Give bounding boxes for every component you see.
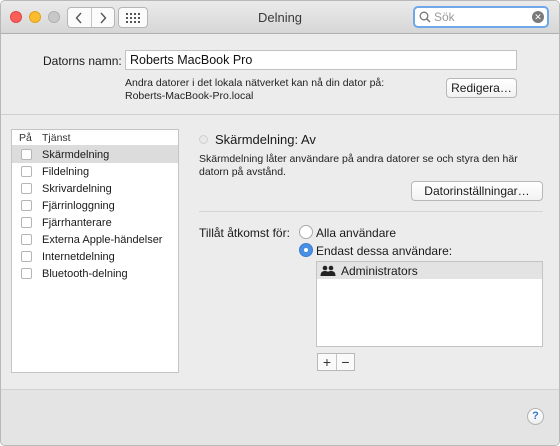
service-row-printer-sharing[interactable]: Skrivardelning bbox=[12, 180, 178, 197]
computer-name-description: Andra datorer i det lokala nätverket kan… bbox=[125, 77, 384, 103]
service-checkbox[interactable] bbox=[21, 251, 32, 262]
clear-search-icon[interactable]: ✕ bbox=[532, 11, 544, 23]
access-label: Tillåt åtkomst för: bbox=[199, 226, 290, 240]
service-checkbox[interactable] bbox=[21, 268, 32, 279]
radio-only-these-users-label[interactable]: Endast dessa användare: bbox=[316, 244, 452, 258]
computer-name-label: Datorns namn: bbox=[43, 54, 122, 68]
service-status: Skärmdelning: Av bbox=[215, 132, 316, 147]
service-list: På Tjänst Skärmdelning Fildelning Skriva… bbox=[11, 129, 179, 373]
user-name: Administrators bbox=[341, 263, 418, 278]
status-indicator bbox=[199, 135, 208, 144]
service-list-header: På Tjänst bbox=[12, 130, 178, 146]
radio-all-users-label[interactable]: Alla användare bbox=[316, 226, 396, 240]
list-item[interactable]: Administrators bbox=[317, 262, 542, 279]
add-user-button[interactable]: + bbox=[318, 354, 336, 370]
divider bbox=[199, 211, 543, 212]
user-list-controls: + − bbox=[317, 353, 355, 371]
group-icon bbox=[320, 265, 336, 276]
service-label: Fildelning bbox=[42, 165, 90, 178]
computer-settings-button[interactable]: Datorinställningar… bbox=[411, 181, 543, 201]
service-row-remote-management[interactable]: Fjärrhanterare bbox=[12, 214, 178, 231]
service-checkbox[interactable] bbox=[21, 149, 32, 160]
header-service: Tjänst bbox=[42, 131, 71, 144]
computer-name-description-line1: Andra datorer i det lokala nätverket kan… bbox=[125, 77, 385, 89]
service-checkbox[interactable] bbox=[21, 217, 32, 228]
service-label: Fjärrinloggning bbox=[42, 199, 115, 212]
computer-name-field[interactable]: Roberts MacBook Pro bbox=[125, 50, 517, 70]
service-label: Bluetooth-delning bbox=[42, 267, 128, 280]
service-row-bluetooth-sharing[interactable]: Bluetooth-delning bbox=[12, 265, 178, 282]
service-row-screen-sharing[interactable]: Skärmdelning bbox=[12, 146, 178, 163]
radio-all-users[interactable] bbox=[299, 225, 313, 239]
sharing-window: Delning ✕ Datorns namn: Roberts MacBook … bbox=[0, 0, 560, 446]
service-label: Internetdelning bbox=[42, 250, 115, 263]
bottom-bar bbox=[1, 389, 559, 445]
service-checkbox[interactable] bbox=[21, 166, 32, 177]
service-row-remote-login[interactable]: Fjärrinloggning bbox=[12, 197, 178, 214]
search-field[interactable]: ✕ bbox=[413, 6, 549, 28]
local-hostname: Roberts-MacBook-Pro.local bbox=[125, 90, 254, 102]
service-label: Skärmdelning bbox=[42, 148, 110, 161]
title-bar: Delning ✕ bbox=[1, 1, 559, 34]
service-checkbox[interactable] bbox=[21, 183, 32, 194]
service-label: Externa Apple-händelser bbox=[42, 233, 163, 246]
service-row-file-sharing[interactable]: Fildelning bbox=[12, 163, 178, 180]
service-description: Skärmdelning låter användare på andra da… bbox=[199, 153, 518, 178]
header-on: På bbox=[19, 131, 32, 144]
remove-user-button[interactable]: − bbox=[336, 354, 354, 370]
edit-button[interactable]: Redigera… bbox=[446, 78, 517, 98]
service-checkbox[interactable] bbox=[21, 200, 32, 211]
service-row-remote-apple-events[interactable]: Externa Apple-händelser bbox=[12, 231, 178, 248]
search-icon bbox=[419, 11, 431, 23]
service-label: Skrivardelning bbox=[42, 182, 112, 195]
service-label: Fjärrhanterare bbox=[42, 216, 112, 229]
service-row-internet-sharing[interactable]: Internetdelning bbox=[12, 248, 178, 265]
service-checkbox[interactable] bbox=[21, 234, 32, 245]
allowed-users-list: Administrators bbox=[316, 261, 543, 347]
radio-only-these-users[interactable] bbox=[299, 243, 313, 257]
search-input[interactable] bbox=[434, 10, 526, 24]
help-button[interactable]: ? bbox=[527, 408, 544, 425]
computer-name-section: Datorns namn: Roberts MacBook Pro Andra … bbox=[1, 35, 559, 115]
